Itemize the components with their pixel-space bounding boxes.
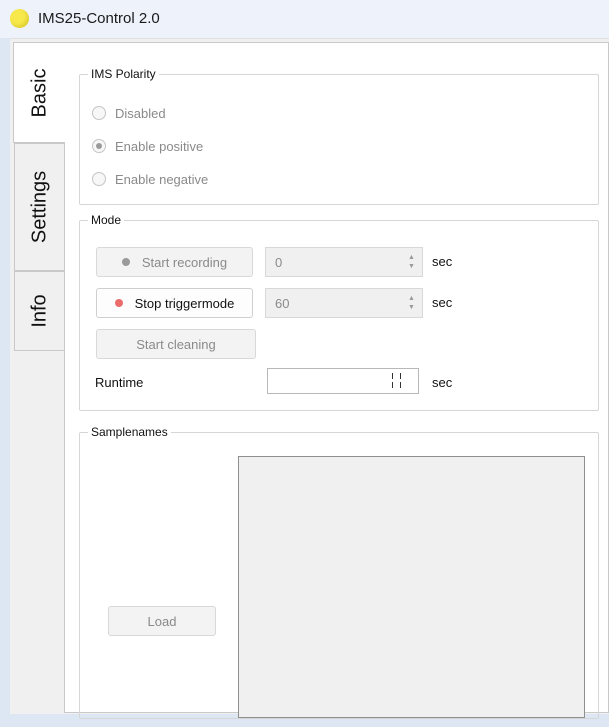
radio-enable-negative[interactable]: Enable negative [92,169,208,189]
runtime-label: Runtime [95,375,144,390]
app-icon [10,9,29,28]
samplenames-list[interactable] [238,456,585,718]
recording-duration-value: 0 [275,255,283,270]
runtime-unit: sec [432,375,453,390]
tab-basic[interactable]: Basic [13,42,65,143]
start-recording-button[interactable]: Start recording [96,247,253,277]
samplenames-group: Samplenames Load [79,425,599,719]
trigger-duration-unit: sec [432,295,453,310]
tab-info[interactable]: Info [14,271,64,351]
radio-disabled-indicator[interactable] [92,106,106,120]
recording-duration-unit: sec [432,254,453,269]
ims-polarity-title: IMS Polarity [88,67,159,81]
mode-group: Mode Start recording 0 ▲ ▼ sec Stop trigg… [79,213,599,411]
tab-settings-label: Settings [28,170,50,244]
window-title: IMS25-Control 2.0 [38,10,160,27]
trigger-duration-spinbox[interactable]: 60 ▲ ▼ [265,288,423,318]
radio-enable-negative-label: Enable negative [115,171,209,187]
spin-arrows-icon[interactable]: ▲ ▼ [407,294,416,312]
radio-disabled[interactable]: Disabled [92,103,166,123]
ims-polarity-group: IMS Polarity Disabled Enable positive En… [79,67,599,205]
trigger-status-dot [114,299,123,307]
load-button[interactable]: Load [108,606,216,636]
lcd-digits [390,373,404,389]
tab-basic-label: Basic [28,68,50,117]
spin-arrows-icon[interactable]: ▲ ▼ [407,253,416,271]
radio-enable-positive-label: Enable positive [115,138,204,154]
radio-enable-positive[interactable]: Enable positive [92,136,203,156]
mode-title: Mode [88,213,125,227]
tab-info-label: Info [28,294,50,328]
runtime-display [267,368,419,394]
tab-content-basic: IMS Polarity Disabled Enable positive En… [64,42,609,719]
stop-triggermode-label: Stop triggermode [134,295,235,311]
start-cleaning-label: Start cleaning [136,336,216,352]
load-label: Load [147,613,177,629]
tab-settings[interactable]: Settings [14,143,64,271]
radio-disabled-label: Disabled [115,105,166,121]
radio-enable-positive-indicator[interactable] [92,139,106,153]
start-recording-label: Start recording [141,254,228,270]
start-cleaning-button[interactable]: Start cleaning [96,329,256,359]
recording-status-dot [121,258,130,266]
trigger-duration-value: 60 [275,296,290,311]
stop-triggermode-button[interactable]: Stop triggermode [96,288,253,318]
samplenames-title: Samplenames [88,425,171,439]
recording-duration-spinbox[interactable]: 0 ▲ ▼ [265,247,423,277]
title-bar: IMS25-Control 2.0 [0,0,609,38]
radio-enable-negative-indicator[interactable] [92,172,106,186]
